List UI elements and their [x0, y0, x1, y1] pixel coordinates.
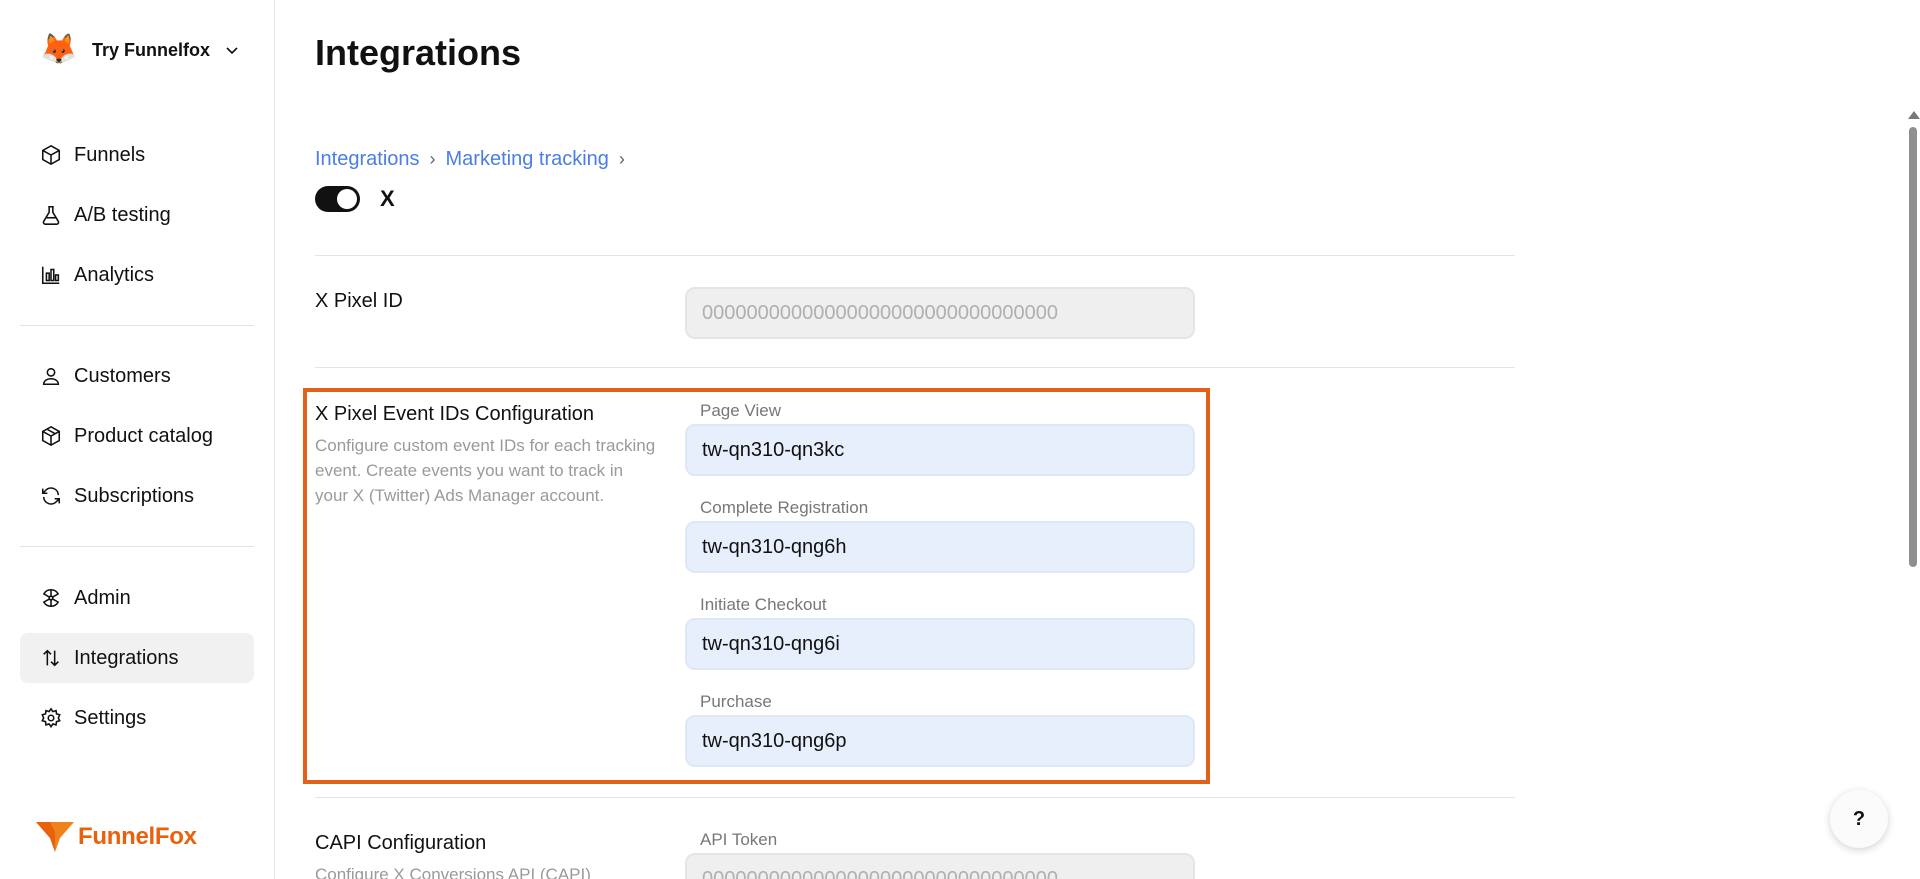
flask-icon	[42, 205, 60, 225]
scroll-up-arrow-icon[interactable]	[1908, 111, 1920, 119]
capi-title: CAPI Configuration	[315, 832, 487, 854]
arrows-up-down-icon	[43, 649, 59, 667]
fox-logo-icon: 🦊	[40, 33, 78, 66]
purchase-input[interactable]	[685, 715, 1195, 767]
api-token-input[interactable]	[685, 853, 1195, 879]
chevron-right-icon: ›	[429, 149, 436, 169]
sidebar-item-label: Funnels	[74, 143, 146, 166]
sidebar-item-label: Integrations	[74, 646, 179, 669]
sidebar-item-admin[interactable]: Admin	[20, 573, 254, 623]
sidebar-item-label: Settings	[74, 706, 147, 729]
breadcrumb-marketing-tracking[interactable]: Marketing tracking	[446, 148, 609, 171]
event-config-description: Configure custom event IDs for each trac…	[315, 436, 656, 505]
sidebar: 🦊 Try Funnelfox Funnels A/B testing Anal…	[0, 0, 275, 879]
sidebar-item-label: A/B testing	[74, 203, 171, 226]
divider	[315, 367, 1515, 368]
complete-registration-label: Complete Registration	[700, 498, 869, 517]
sidebar-item-subscriptions[interactable]: Subscriptions	[20, 471, 254, 521]
sidebar-item-label: Product catalog	[74, 424, 213, 447]
sidebar-divider	[20, 546, 254, 547]
divider	[315, 797, 1515, 798]
bar-chart-icon	[41, 266, 60, 285]
sidebar-item-customers[interactable]: Customers	[20, 351, 254, 401]
page-view-input[interactable]	[685, 424, 1195, 476]
pixel-id-input[interactable]	[685, 287, 1195, 339]
sidebar-item-product-catalog[interactable]: Product catalog	[20, 411, 254, 461]
integration-enabled-toggle[interactable]	[315, 186, 360, 212]
chevron-down-icon	[226, 47, 238, 55]
integration-name: X	[380, 186, 395, 211]
initiate-checkout-input[interactable]	[685, 618, 1195, 670]
brand-name: FunnelFox	[78, 823, 197, 850]
initiate-checkout-label: Initiate Checkout	[700, 595, 827, 614]
sidebar-item-label: Subscriptions	[74, 484, 195, 507]
scrollbar[interactable]	[1906, 105, 1920, 879]
breadcrumb: Integrations › Marketing tracking ›	[315, 148, 635, 171]
box-icon	[41, 425, 61, 447]
pixel-id-label: X Pixel ID	[315, 290, 403, 312]
scrollbar-thumb[interactable]	[1909, 127, 1917, 567]
page-view-label: Page View	[700, 401, 781, 420]
api-token-label: API Token	[700, 830, 778, 849]
divider	[315, 255, 1515, 256]
page-title: Integrations	[315, 32, 522, 73]
sidebar-item-settings[interactable]: Settings	[20, 693, 254, 743]
breadcrumb-integrations[interactable]: Integrations	[315, 148, 420, 171]
help-button[interactable]: ?	[1830, 790, 1888, 848]
toggle-knob	[337, 189, 357, 209]
cube-icon	[41, 144, 61, 166]
nav-group-main: Funnels A/B testing Analytics	[20, 130, 254, 310]
sidebar-item-label: Analytics	[74, 263, 155, 286]
gear-icon	[41, 707, 61, 729]
user-icon	[42, 367, 60, 386]
funnelfox-logo-icon	[36, 822, 74, 852]
complete-registration-input[interactable]	[685, 521, 1195, 573]
chevron-right-icon: ›	[618, 149, 625, 169]
workspace-name: Try Funnelfox	[92, 39, 211, 60]
brand-logo: FunnelFox	[36, 820, 197, 854]
sidebar-item-integrations[interactable]: Integrations	[20, 633, 254, 683]
nav-group-commerce: Customers Product catalog Subscriptions	[20, 351, 254, 531]
sidebar-item-analytics[interactable]: Analytics	[20, 250, 254, 300]
sidebar-item-label: Admin	[74, 586, 131, 609]
sidebar-item-label: Customers	[74, 364, 171, 387]
main-content: Integrations Integrations › Marketing tr…	[275, 0, 1920, 879]
workspace-switcher[interactable]: 🦊 Try Funnelfox	[40, 30, 240, 70]
sidebar-divider	[20, 325, 254, 326]
integration-toggle-row: X	[315, 186, 395, 212]
sidebar-item-funnels[interactable]: Funnels	[20, 130, 254, 180]
purchase-label: Purchase	[700, 692, 772, 711]
nav-group-settings: Admin Integrations Settings	[20, 573, 254, 753]
sidebar-item-ab-testing[interactable]: A/B testing	[20, 190, 254, 240]
refresh-icon	[41, 487, 61, 505]
radiation-icon	[42, 588, 60, 608]
capi-description: Configure X Conversions API (CAPI)	[315, 865, 591, 879]
event-config-title: X Pixel Event IDs Configuration	[315, 403, 595, 425]
